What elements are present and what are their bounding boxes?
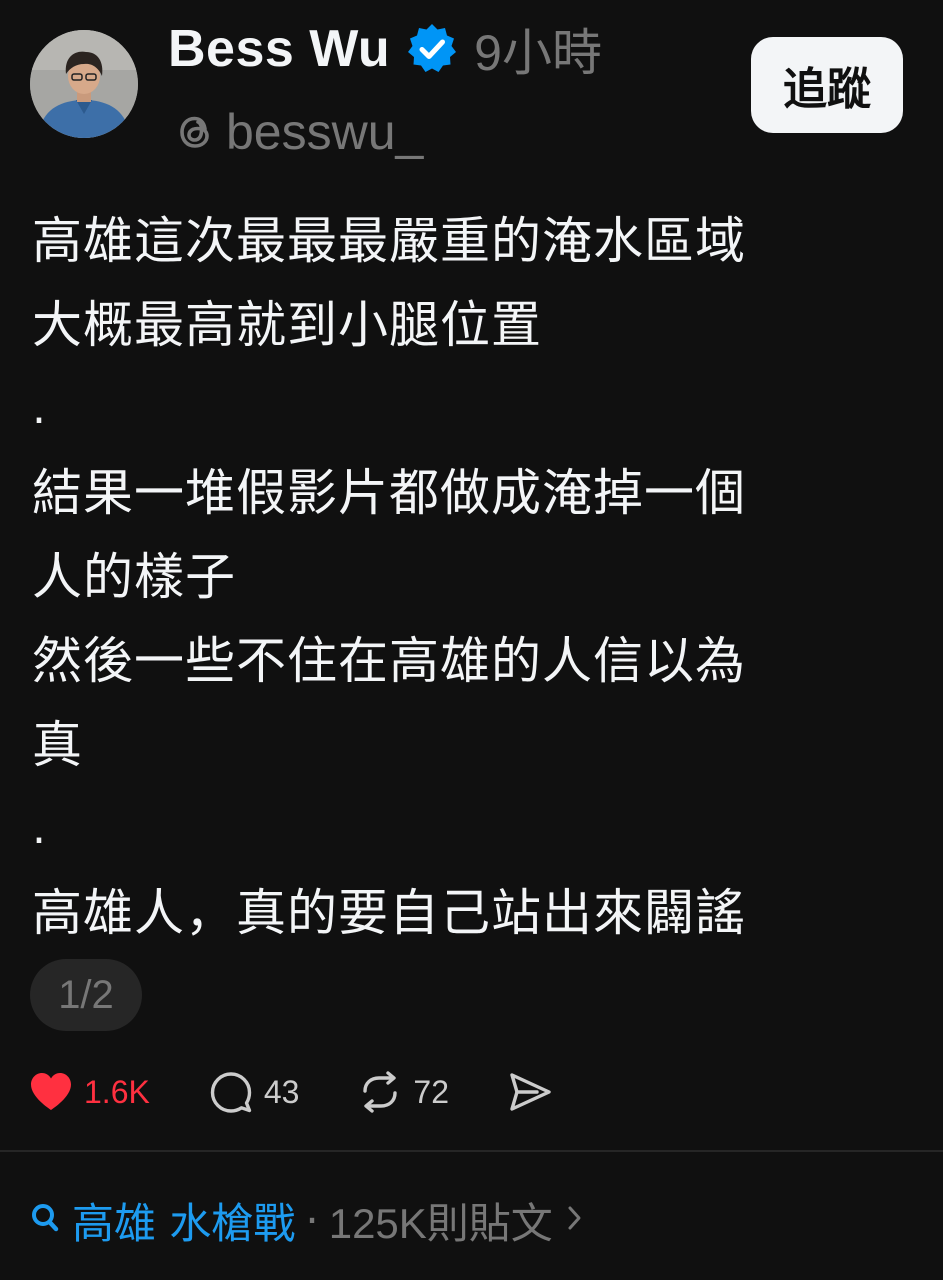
repost-count: 72	[413, 1073, 450, 1110]
avatar[interactable]	[30, 30, 138, 138]
action-bar: 1.6K 43 72	[28, 1060, 553, 1124]
post-line: 真	[32, 716, 83, 774]
like-button[interactable]: 1.6K	[28, 1069, 150, 1115]
repost-button[interactable]: 72	[357, 1069, 449, 1115]
topic-separator: ·	[305, 1195, 319, 1245]
post-line: 然後一些不住在高雄的人信以為	[32, 632, 746, 690]
post-line: .	[32, 803, 47, 854]
author-name[interactable]: Bess Wu	[168, 19, 390, 79]
topic-name: 高雄 水槍戰	[72, 1198, 296, 1248]
follow-button[interactable]: 追蹤	[751, 37, 903, 133]
thread-page-indicator[interactable]: 1/2	[30, 959, 142, 1031]
post-time: 9小時	[474, 25, 602, 81]
comment-button[interactable]: 43	[208, 1069, 300, 1115]
topic-link[interactable]: 高雄 水槍戰 · 125K則貼文	[30, 1188, 583, 1252]
repost-icon	[357, 1069, 403, 1115]
post-text: 高雄這次最最最嚴重的淹水區域 大概最高就到小腿位置 . 結果一堆假影片都做成淹掉…	[32, 199, 912, 955]
chevron-right-icon	[567, 1204, 583, 1236]
author-header: Bess Wu 9小時	[168, 16, 602, 82]
post-line: 高雄人，真的要自己站出來闢謠	[32, 884, 746, 942]
avatar-photo	[30, 30, 138, 138]
author-handle-row[interactable]: besswu_	[172, 102, 423, 162]
comment-icon	[208, 1069, 254, 1115]
verified-badge-icon	[404, 21, 460, 77]
post-line: .	[32, 383, 47, 434]
post-line: 人的樣子	[32, 548, 236, 606]
like-count: 1.6K	[84, 1073, 150, 1110]
search-icon	[30, 1201, 60, 1239]
share-button[interactable]	[507, 1069, 553, 1115]
heart-icon	[28, 1069, 74, 1115]
post-line: 高雄這次最最最嚴重的淹水區域	[32, 212, 746, 270]
comment-count: 43	[263, 1073, 300, 1110]
topic-post-count: 125K則貼文	[328, 1199, 553, 1247]
post-line: 結果一堆假影片都做成淹掉一個	[32, 464, 746, 522]
post-line: 大概最高就到小腿位置	[32, 296, 542, 354]
threads-logo-icon	[172, 109, 218, 155]
divider	[0, 1150, 943, 1152]
author-handle: besswu_	[226, 104, 424, 160]
send-icon	[507, 1069, 553, 1115]
